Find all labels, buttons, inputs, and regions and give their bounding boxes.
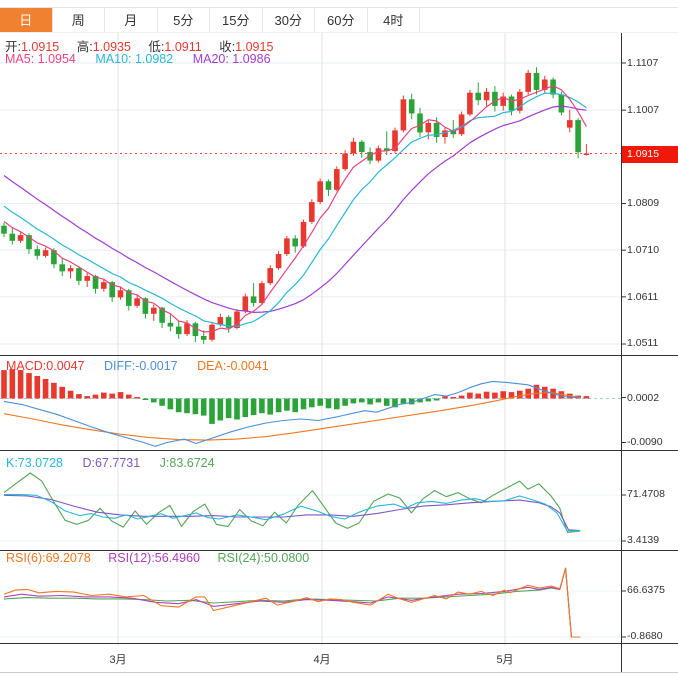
macd-readout: MACD:0.0047 DIFF:-0.0017 DEA:-0.0041 bbox=[6, 359, 285, 373]
kdj-axis-tick: 71.4708 bbox=[627, 488, 665, 500]
price-axis-tick: 1.0809 bbox=[627, 197, 660, 209]
ma10-readout: MA10: 1.0982 bbox=[95, 52, 174, 66]
x-axis-label-april: 4月 bbox=[313, 654, 331, 666]
price-axis-tick: 1.0710 bbox=[627, 244, 660, 256]
tab-60min[interactable]: 60分 bbox=[315, 8, 368, 32]
ma5-readout: MA5: 1.0954 bbox=[5, 52, 76, 66]
diff-value: DIFF:-0.0017 bbox=[104, 359, 178, 373]
j-value: J:83.6724 bbox=[159, 456, 215, 470]
rsi12-value: RSI(12):56.4960 bbox=[108, 551, 200, 565]
price-axis-tick: 1.0511 bbox=[627, 337, 659, 349]
rsi-axis-tick: -0.8680 bbox=[627, 630, 663, 642]
tab-month[interactable]: 月 bbox=[105, 8, 158, 32]
kdj-readout: K:73.0728 D:67.7731 J:83.6724 bbox=[6, 456, 231, 470]
current-price-tag: 1.0915 bbox=[622, 146, 678, 163]
macd-value: MACD:0.0047 bbox=[6, 359, 85, 373]
price-axis-tick: 1.0611 bbox=[627, 291, 659, 303]
tab-4hour[interactable]: 4时 bbox=[367, 8, 420, 32]
ma-readout: MA5: 1.0954 MA10: 1.0982 MA20: 1.0986 bbox=[5, 52, 287, 66]
rsi-axis-tick: 66.6375 bbox=[627, 584, 665, 596]
x-axis-label-may: 5月 bbox=[496, 654, 514, 666]
tab-15min[interactable]: 15分 bbox=[210, 8, 263, 32]
price-axis-tick: 1.1007 bbox=[627, 104, 660, 116]
tab-30min[interactable]: 30分 bbox=[262, 8, 315, 32]
dea-value: DEA:-0.0041 bbox=[197, 359, 269, 373]
timeframe-tabs: 日 周 月 5分 15分 30分 60分 4时 bbox=[0, 7, 678, 33]
tab-week[interactable]: 周 bbox=[52, 8, 105, 32]
chart-canvas[interactable] bbox=[0, 0, 678, 677]
tab-day[interactable]: 日 bbox=[0, 8, 53, 32]
tab-5min[interactable]: 5分 bbox=[157, 8, 210, 32]
macd-axis-tick: 0.0002 bbox=[627, 392, 660, 404]
rsi6-value: RSI(6):69.2078 bbox=[6, 551, 91, 565]
macd-axis-tick: -0.0090 bbox=[627, 436, 663, 448]
chart-app: 日 周 月 5分 15分 30分 60分 4时 开:1.0915 高:1.093… bbox=[0, 0, 678, 677]
kdj-axis-tick: 3.4139 bbox=[627, 534, 660, 546]
x-axis-label-march: 3月 bbox=[109, 654, 127, 666]
rsi24-value: RSI(24):50.0800 bbox=[217, 551, 310, 565]
ma20-readout: MA20: 1.0986 bbox=[192, 52, 271, 66]
d-value: D:67.7731 bbox=[82, 456, 141, 470]
k-value: K:73.0728 bbox=[6, 456, 63, 470]
rsi-readout: RSI(6):69.2078 RSI(12):56.4960 RSI(24):5… bbox=[6, 551, 323, 565]
price-axis-tick: 1.1107 bbox=[627, 57, 659, 69]
